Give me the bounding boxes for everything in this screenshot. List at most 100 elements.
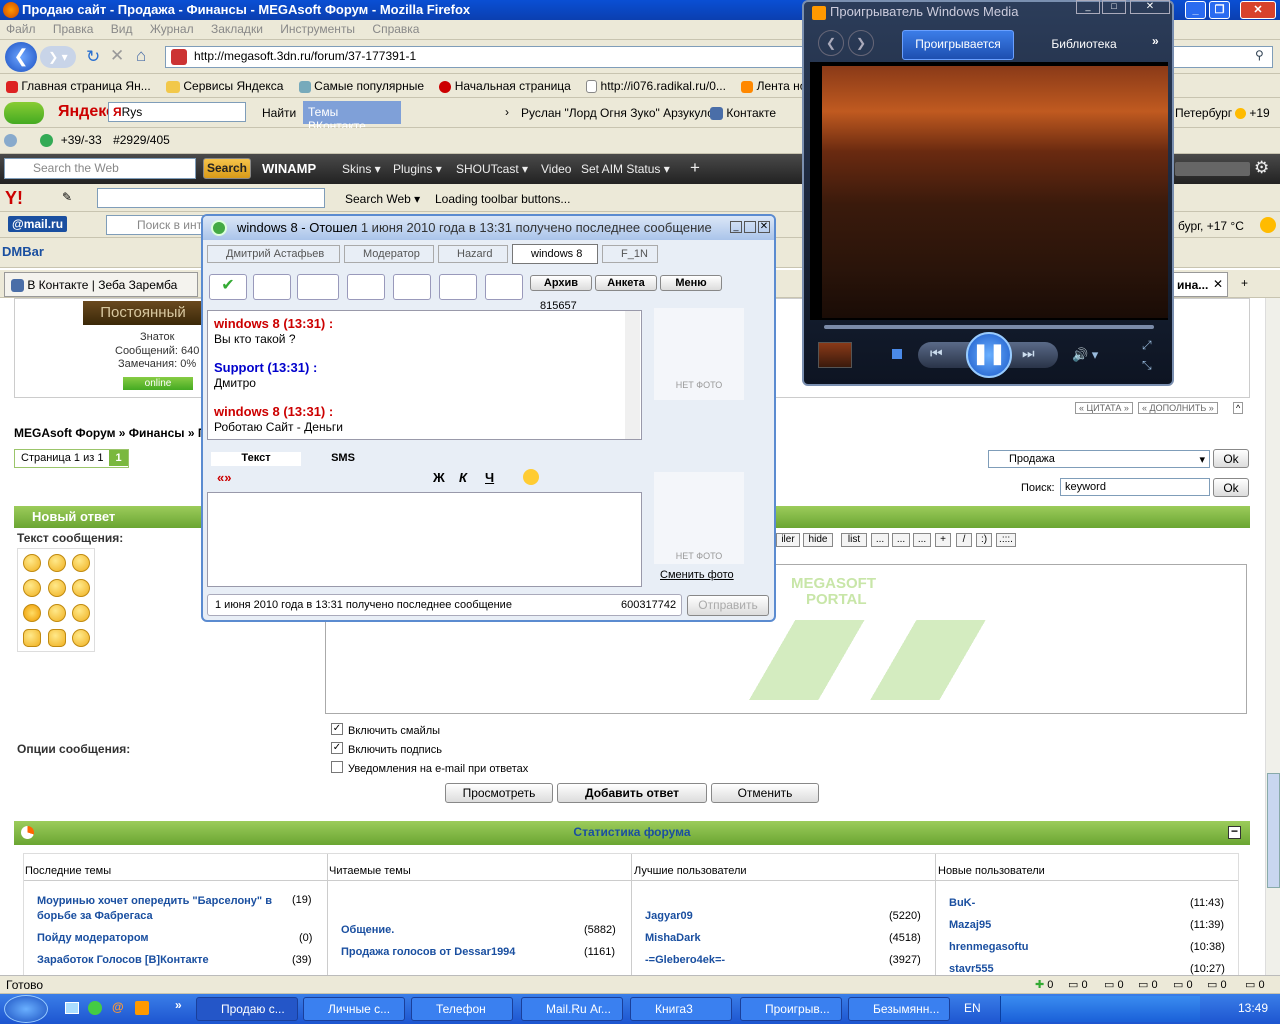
- bookmark-popular[interactable]: Самые популярные: [298, 79, 424, 93]
- preview-button[interactable]: Просмотреть: [445, 783, 553, 803]
- gear-icon[interactable]: ⚙: [1254, 158, 1269, 178]
- player-controls[interactable]: [1175, 162, 1250, 176]
- pagination-current[interactable]: 1: [109, 450, 128, 466]
- yandex-news-item[interactable]: Руслан "Лорд Огня Зуко" Арзукулов: [521, 106, 720, 120]
- format-button-more[interactable]: ...: [892, 533, 910, 547]
- winamp-plugins[interactable]: Plugins ▾: [393, 162, 442, 176]
- underline-button[interactable]: Ч: [485, 470, 494, 485]
- search-icon[interactable]: ⚲: [1255, 48, 1264, 62]
- globe-icon[interactable]: [40, 134, 54, 148]
- qip-tab-active[interactable]: windows 8: [512, 244, 598, 264]
- transfer-icon[interactable]: [393, 274, 431, 300]
- best-user-link[interactable]: Jagyar09: [645, 910, 693, 922]
- smiley-icon[interactable]: [48, 554, 66, 572]
- qip-input-tab-text[interactable]: Текст: [211, 452, 301, 466]
- mailru-search-input[interactable]: Поиск в инт: [106, 215, 206, 235]
- close-button[interactable]: ✕: [1240, 1, 1276, 19]
- pencil-icon[interactable]: ✎: [62, 190, 72, 204]
- taskbar-item-wmp[interactable]: Проигрыв...: [740, 997, 842, 1021]
- new-user-link[interactable]: stavr555: [949, 963, 994, 975]
- qip-tab[interactable]: Дмитрий Астафьев: [207, 245, 340, 263]
- close-tab-icon[interactable]: ✕: [1213, 277, 1223, 291]
- bookmark-radikal[interactable]: http://i076.radikal.ru/0...: [586, 79, 726, 94]
- format-button-list[interactable]: list: [841, 533, 867, 547]
- save-icon[interactable]: [347, 274, 385, 300]
- status-check-icon[interactable]: ✔: [209, 274, 247, 300]
- compact-mode-icon[interactable]: ⤡: [1142, 358, 1152, 373]
- smiley-icon[interactable]: [523, 469, 539, 485]
- maximize-button[interactable]: ❐: [1209, 1, 1230, 19]
- contacts-icon[interactable]: [439, 274, 477, 300]
- jump-ok-button[interactable]: Ok: [1213, 449, 1249, 468]
- smiley-icon[interactable]: [23, 554, 41, 572]
- chevron-right-icon[interactable]: ›: [505, 105, 509, 119]
- qip-input-tab-sms[interactable]: SMS: [303, 452, 383, 466]
- volume-icon[interactable]: 🔊 ▾: [1072, 347, 1098, 363]
- format-button-more[interactable]: ...: [913, 533, 931, 547]
- clock[interactable]: 13:49: [1238, 1001, 1268, 1015]
- scrollbar-thumb[interactable]: [1267, 773, 1280, 888]
- winamp-skins[interactable]: Skins ▾: [342, 162, 381, 176]
- smiley-icon[interactable]: [23, 604, 41, 622]
- smiley-icon[interactable]: [72, 604, 90, 622]
- smiley-icon[interactable]: [48, 604, 66, 622]
- quicklaunch-media-icon[interactable]: [135, 1001, 149, 1015]
- reload-icon[interactable]: ↻: [86, 47, 100, 67]
- format-button-spoiler[interactable]: iler: [776, 533, 800, 547]
- submit-reply-button[interactable]: Добавить ответ: [557, 783, 707, 803]
- video-area[interactable]: [810, 62, 1168, 320]
- previous-icon[interactable]: ⏮: [930, 345, 943, 362]
- menu-view[interactable]: Вид: [111, 22, 133, 36]
- best-user-link[interactable]: -=Glebero4ek=-: [645, 954, 725, 966]
- taskbar-item-firefox[interactable]: Продаю с...: [196, 997, 298, 1021]
- chat-icon[interactable]: [485, 274, 523, 300]
- taskbar-item-firefox2[interactable]: Личные с...: [303, 997, 405, 1021]
- smiley-icon[interactable]: [72, 629, 90, 647]
- quicklaunch-desktop-icon[interactable]: [65, 1002, 79, 1014]
- bookmark-start-page[interactable]: Начальная страница: [439, 79, 571, 93]
- new-user-link[interactable]: BuK-: [949, 897, 975, 909]
- yandex-search-input[interactable]: ЯRys: [108, 102, 246, 122]
- format-button-plus[interactable]: +: [935, 533, 951, 547]
- format-button-more[interactable]: ...: [871, 533, 889, 547]
- chat-scrollbar[interactable]: [625, 311, 640, 439]
- yandex-find-button[interactable]: Найти: [262, 106, 296, 120]
- forum-search-input[interactable]: keyword: [1060, 478, 1210, 496]
- menu-bookmarks[interactable]: Закладки: [211, 22, 263, 36]
- yahoo-search-web[interactable]: Search Web ▾: [345, 192, 420, 206]
- menu-edit[interactable]: Правка: [53, 22, 94, 36]
- add-button[interactable]: « ДОПОЛНИТЬ »: [1138, 402, 1218, 414]
- wmp-back-icon[interactable]: ❮: [818, 30, 844, 56]
- menu-tools[interactable]: Инструменты: [280, 22, 355, 36]
- message-input[interactable]: [207, 492, 642, 587]
- qip-menu-button[interactable]: Меню: [660, 275, 722, 291]
- winamp-video[interactable]: Video: [541, 162, 571, 176]
- bookmark-yandex-services[interactable]: Сервисы Яндекса: [166, 79, 283, 93]
- smiley-icon[interactable]: [23, 579, 41, 597]
- taskbar-item-excel[interactable]: Книга3: [630, 997, 732, 1021]
- next-icon[interactable]: ⏭: [1022, 345, 1035, 362]
- stop-icon[interactable]: ✕: [110, 46, 124, 66]
- best-user-link[interactable]: MishaDark: [645, 932, 701, 944]
- new-user-link[interactable]: Mazaj95: [949, 919, 991, 931]
- hand-icon[interactable]: [23, 629, 41, 647]
- forum-jump-select[interactable]: Продажа ▾: [988, 450, 1210, 468]
- menu-file[interactable]: Файл: [6, 22, 36, 36]
- format-button-dots[interactable]: .:::.: [996, 533, 1016, 547]
- wmp-minimize-button[interactable]: _: [1076, 0, 1100, 14]
- globe-icon[interactable]: [297, 274, 339, 300]
- scroll-top-icon[interactable]: ^: [1233, 402, 1244, 414]
- quicklaunch-icon[interactable]: [88, 1001, 102, 1015]
- wmp-maximize-button[interactable]: □: [1102, 0, 1126, 14]
- search-ok-button[interactable]: Ok: [1213, 478, 1249, 497]
- menu-help[interactable]: Справка: [372, 22, 419, 36]
- qip-archive-button[interactable]: Архив: [530, 275, 592, 291]
- webcam-icon[interactable]: [253, 274, 291, 300]
- taskbar-item-mailru[interactable]: Mail.Ru Аг...: [521, 997, 623, 1021]
- smiley-icon[interactable]: [48, 579, 66, 597]
- qip-close-button[interactable]: ✕: [758, 221, 770, 233]
- format-button-slash[interactable]: /: [956, 533, 972, 547]
- counter-value[interactable]: #2929/405: [113, 133, 170, 147]
- enable-signature-checkbox[interactable]: ✓: [331, 742, 343, 754]
- winamp-aim[interactable]: Set AIM Status ▾: [581, 162, 670, 176]
